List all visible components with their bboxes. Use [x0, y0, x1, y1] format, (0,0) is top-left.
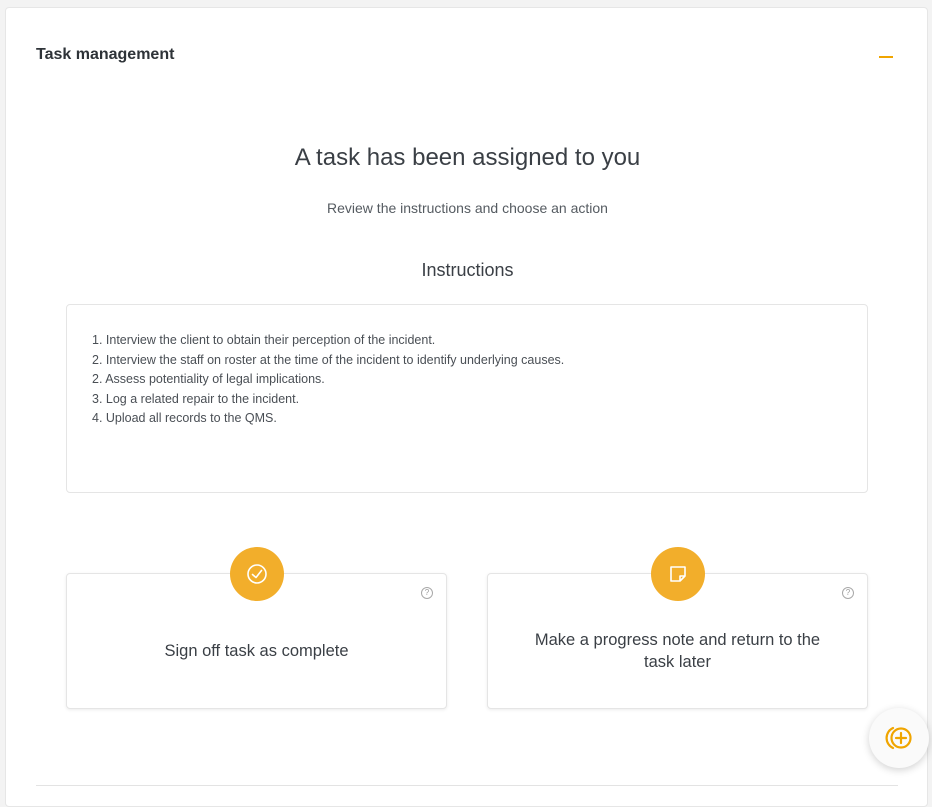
page-subheading: Review the instructions and choose an ac… — [327, 200, 608, 216]
instruction-line: 2. Interview the staff on roster at the … — [92, 352, 565, 367]
instruction-line: 3. Log a related repair to the incident. — [92, 391, 300, 406]
help-icon[interactable]: ? — [842, 587, 854, 599]
sign-off-label: Sign off task as complete — [164, 642, 349, 660]
add-circle-icon — [885, 726, 912, 750]
progress-note-label: Make a progress note and return to the t… — [534, 631, 821, 671]
note-icon — [651, 547, 705, 601]
add-action-button[interactable] — [869, 708, 929, 768]
instructions-title: Instructions — [421, 260, 514, 280]
instruction-line: 1. Interview the client to obtain their … — [92, 333, 436, 347]
help-icon[interactable]: ? — [421, 587, 433, 599]
instructions-box: 1. Interview the client to obtain their … — [66, 304, 868, 493]
task-management-panel: Task management A task has been assigned… — [5, 7, 928, 807]
panel-title: Task management — [36, 46, 175, 63]
check-circle-icon — [230, 547, 284, 601]
instruction-line: 4. Upload all records to the QMS. — [92, 411, 277, 425]
instruction-line: 2. Assess potentiality of legal implicat… — [92, 372, 325, 386]
collapse-button[interactable] — [874, 46, 898, 66]
page-heading: A task has been assigned to you — [294, 144, 641, 171]
divider — [36, 785, 898, 786]
